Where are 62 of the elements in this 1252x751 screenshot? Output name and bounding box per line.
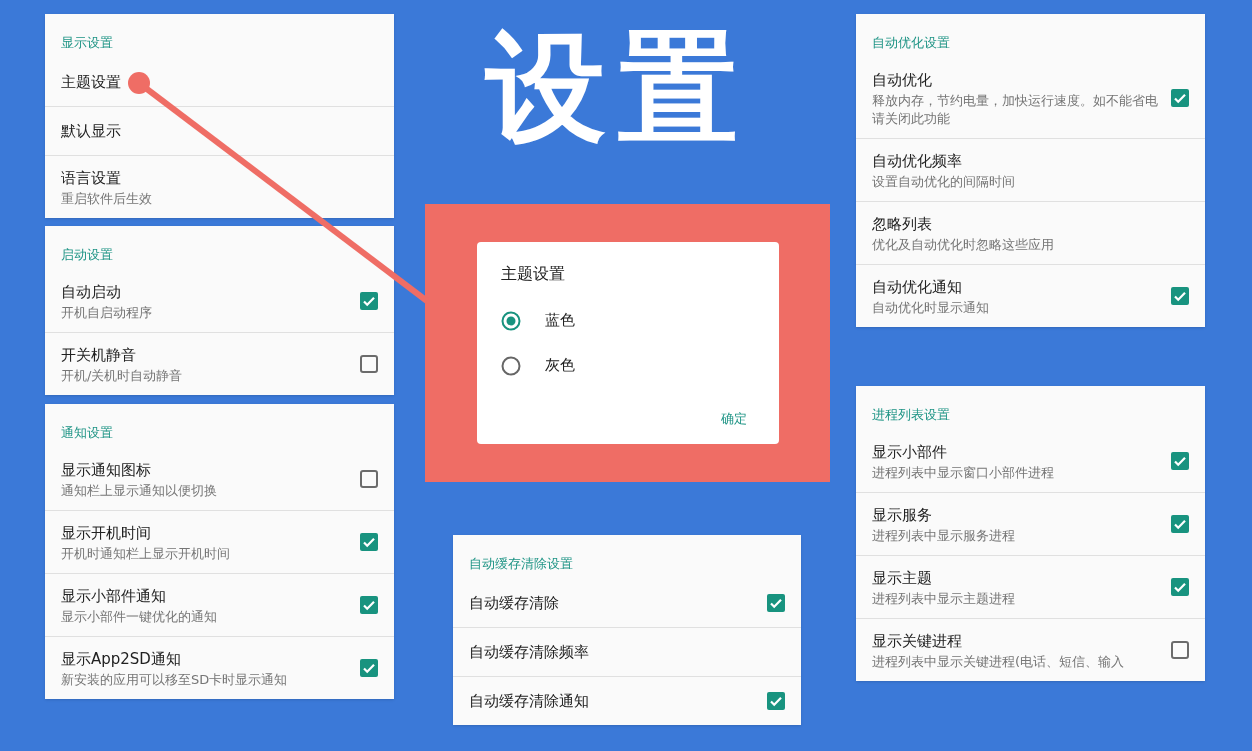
checkbox[interactable] <box>360 659 378 677</box>
setting-description: 进程列表中显示关键进程(电话、短信、输入 <box>872 653 1126 671</box>
setting-title[interactable]: 语言设置 <box>61 166 378 190</box>
setting-title[interactable]: 显示主题 <box>872 566 1159 590</box>
checkbox[interactable] <box>1171 515 1189 533</box>
setting-description: 优化及自动优化时忽略这些应用 <box>872 236 1055 254</box>
setting-description: 设置自动优化的间隔时间 <box>872 173 1016 191</box>
setting-title[interactable]: 显示App2SD通知 <box>61 647 348 671</box>
setting-title[interactable]: 主题设置 <box>61 70 378 94</box>
setting-title[interactable]: 显示开机时间 <box>61 521 348 545</box>
setting-title[interactable]: 自动缓存清除频率 <box>469 640 785 664</box>
headline: 设置 <box>486 28 750 148</box>
setting-description: 开机/关机时自动静音 <box>61 367 184 385</box>
confirm-button[interactable]: 确定 <box>712 404 755 432</box>
setting-title[interactable]: 忽略列表 <box>872 212 1189 236</box>
checkbox[interactable] <box>360 533 378 551</box>
setting-title[interactable]: 显示小部件 <box>872 440 1159 464</box>
setting-title[interactable]: 自动优化通知 <box>872 275 1159 299</box>
checkbox[interactable] <box>1171 578 1189 596</box>
checkbox[interactable] <box>1171 287 1189 305</box>
dialog-title: 主题设置 <box>500 263 566 285</box>
checkbox[interactable] <box>360 355 378 373</box>
setting-description: 开机自启动程序 <box>61 304 153 322</box>
setting-title[interactable]: 显示关键进程 <box>872 629 1159 653</box>
section-header: 显示设置 <box>61 35 113 50</box>
setting-description: 进程列表中显示主题进程 <box>872 590 1016 608</box>
setting-title[interactable]: 显示通知图标 <box>61 458 348 482</box>
section-header: 启动设置 <box>61 247 113 262</box>
setting-title[interactable]: 自动优化频率 <box>872 149 1189 173</box>
setting-title[interactable]: 自动缓存清除通知 <box>469 689 755 713</box>
setting-description: 显示小部件一键优化的通知 <box>61 608 218 626</box>
checkbox[interactable] <box>767 692 785 710</box>
option-label[interactable]: 蓝色 <box>544 309 575 332</box>
checkbox[interactable] <box>360 292 378 310</box>
section-header: 自动优化设置 <box>872 35 950 50</box>
setting-title[interactable]: 自动启动 <box>61 280 348 304</box>
setting-description: 重启软件后生效 <box>61 190 153 208</box>
setting-description: 通知栏上显示通知以便切换 <box>61 482 218 500</box>
setting-title[interactable]: 显示小部件通知 <box>61 584 348 608</box>
setting-title[interactable]: 自动优化 <box>872 68 1159 92</box>
radio-button[interactable] <box>500 355 521 376</box>
setting-description: 释放内存，节约电量，加快运行速度。如不能省电请关闭此功能 <box>872 92 1159 128</box>
option-label[interactable]: 灰色 <box>544 354 575 377</box>
setting-description: 开机时通知栏上显示开机时间 <box>61 545 231 563</box>
setting-description: 进程列表中显示服务进程 <box>872 527 1016 545</box>
setting-description: 新安装的应用可以移至SD卡时显示通知 <box>61 671 289 689</box>
radio-button[interactable] <box>500 310 521 331</box>
checkbox[interactable] <box>1171 641 1189 659</box>
section-header: 自动缓存清除设置 <box>469 556 573 571</box>
setting-title[interactable]: 默认显示 <box>61 119 378 143</box>
section-header: 进程列表设置 <box>872 407 950 422</box>
setting-title[interactable]: 开关机静音 <box>61 343 348 367</box>
checkbox[interactable] <box>360 470 378 488</box>
setting-description: 自动优化时显示通知 <box>872 299 990 317</box>
checkbox[interactable] <box>1171 89 1189 107</box>
setting-title[interactable]: 自动缓存清除 <box>469 591 755 615</box>
setting-description: 进程列表中显示窗口小部件进程 <box>872 464 1055 482</box>
checkbox[interactable] <box>767 594 785 612</box>
checkbox[interactable] <box>1171 452 1189 470</box>
section-header: 通知设置 <box>61 425 113 440</box>
setting-title[interactable]: 显示服务 <box>872 503 1159 527</box>
checkbox[interactable] <box>360 596 378 614</box>
